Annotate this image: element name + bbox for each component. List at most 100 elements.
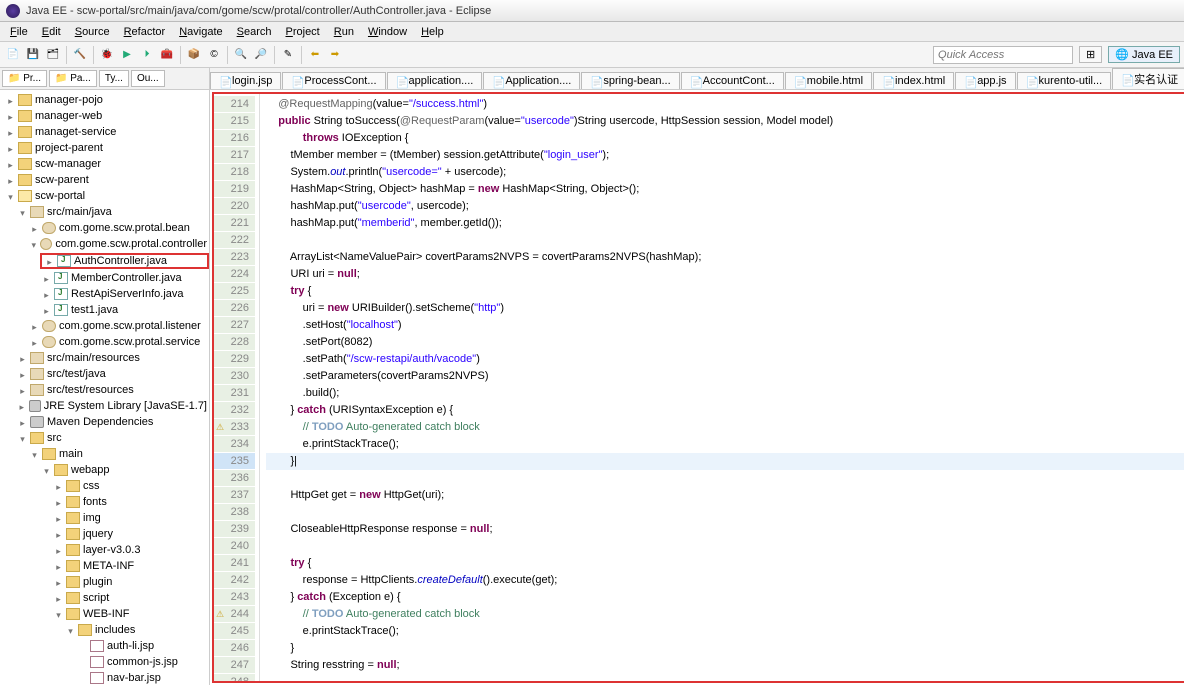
code-line[interactable]: .build(); [266,385,1184,402]
quick-access-input[interactable] [933,46,1073,64]
save-all-button[interactable]: 🗂 [44,46,62,64]
code-line[interactable]: // TODO Auto-generated catch block [266,419,1184,436]
tree-item[interactable]: ▸JRE System Library [JavaSE-1.7] [16,399,209,413]
editor-tab[interactable]: 📄AccountCont... [681,72,784,89]
disclosure-icon[interactable]: ▸ [6,176,15,185]
editor-tab[interactable]: 📄login.jsp [210,72,281,89]
code-line[interactable]: // TODO Auto-generated catch block [266,606,1184,623]
disclosure-icon[interactable]: ▸ [6,128,15,137]
disclosure-icon[interactable]: ▸ [18,402,26,411]
menu-file[interactable]: File [4,24,34,40]
disclosure-icon[interactable]: ▾ [6,192,15,201]
code-line[interactable]: HashMap<String, Object> hashMap = new Ha… [266,181,1184,198]
tree-item[interactable]: ▸com.gome.scw.protal.service [28,335,209,349]
tree-item[interactable]: ▸jquery [52,527,209,541]
new-package-button[interactable]: 📦 [185,46,203,64]
disclosure-icon[interactable]: ▸ [42,306,51,315]
code-line[interactable]: try { [266,555,1184,572]
code-line[interactable]: URI uri = null; [266,266,1184,283]
tree-item[interactable]: ▸project-parent [4,141,209,155]
code-line[interactable]: HttpGet get = new HttpGet(uri); [266,487,1184,504]
tree-item[interactable]: ▸fonts [52,495,209,509]
menu-run[interactable]: Run [328,24,360,40]
code-line[interactable]: CloseableHttpResponse response = null; [266,521,1184,538]
tree-item[interactable]: ▾includes [64,623,209,637]
menu-source[interactable]: Source [69,24,116,40]
search-button[interactable]: 🔎 [252,46,270,64]
tree-item[interactable]: ▸plugin [52,575,209,589]
editor-tab[interactable]: 📄mobile.html [785,72,872,89]
forward-button[interactable]: ➡ [326,46,344,64]
open-type-button[interactable]: 🔍 [232,46,250,64]
disclosure-icon[interactable]: ▸ [6,144,15,153]
tree-item[interactable]: ▾main [28,447,209,461]
back-button[interactable]: ⬅ [306,46,324,64]
editor-tab[interactable]: 📄实名认证 [1112,68,1184,89]
code-line[interactable]: response = HttpClients.createDefault().e… [266,572,1184,589]
menu-refactor[interactable]: Refactor [118,24,172,40]
code-line[interactable] [266,674,1184,681]
open-perspective-button[interactable]: ⊞ [1079,46,1102,63]
disclosure-icon[interactable] [78,674,87,683]
run-button[interactable]: ▶ [118,46,136,64]
tree-item[interactable]: ▸src/test/java [16,367,209,381]
disclosure-icon[interactable]: ▸ [45,257,54,266]
code-line[interactable]: } catch (Exception e) { [266,589,1184,606]
code-line[interactable] [266,232,1184,249]
disclosure-icon[interactable]: ▸ [54,594,63,603]
menu-navigate[interactable]: Navigate [173,24,228,40]
code-line[interactable] [266,470,1184,487]
external-tools-button[interactable]: 🧰 [158,46,176,64]
code-line[interactable]: String resstring = null; [266,657,1184,674]
disclosure-icon[interactable]: ▸ [6,160,15,169]
code-line[interactable]: ArrayList<NameValuePair> covertParams2NV… [266,249,1184,266]
tree-item[interactable]: ▾src [16,431,209,445]
disclosure-icon[interactable]: ▸ [54,578,63,587]
tree-item[interactable]: ▸AuthController.java [40,253,209,269]
new-class-button[interactable]: © [205,46,223,64]
tree-item[interactable]: ▸Maven Dependencies [16,415,209,429]
tree-item[interactable]: ▾com.gome.scw.protal.controller [28,237,209,251]
disclosure-icon[interactable]: ▸ [54,498,63,507]
tree-item[interactable]: ▸manager-pojo [4,93,209,107]
disclosure-icon[interactable]: ▸ [54,562,63,571]
code-line[interactable]: public String toSuccess(@RequestParam(va… [266,113,1184,130]
tree-item[interactable]: ▾scw-portal [4,189,209,203]
code-line[interactable]: hashMap.put("memberid", member.getId()); [266,215,1184,232]
disclosure-icon[interactable]: ▾ [54,610,63,619]
code-content[interactable]: @RequestMapping(value="/success.html") p… [260,94,1184,681]
disclosure-icon[interactable]: ▸ [42,274,51,283]
disclosure-icon[interactable]: ▸ [54,546,63,555]
disclosure-icon[interactable]: ▾ [30,450,39,459]
code-line[interactable] [266,504,1184,521]
disclosure-icon[interactable]: ▸ [54,514,63,523]
tree-item[interactable]: ▸MemberController.java [40,271,209,285]
menu-search[interactable]: Search [231,24,278,40]
tree-item[interactable]: ▸script [52,591,209,605]
tree-item[interactable]: ▸css [52,479,209,493]
code-line[interactable]: @RequestMapping(value="/success.html") [266,96,1184,113]
editor-tab[interactable]: 📄ProcessCont... [282,72,385,89]
code-line[interactable]: hashMap.put("usercode", usercode); [266,198,1184,215]
disclosure-icon[interactable]: ▸ [30,338,39,347]
disclosure-icon[interactable]: ▸ [18,370,27,379]
code-line[interactable]: } catch (URISyntaxException e) { [266,402,1184,419]
tree-item[interactable]: ▸scw-manager [4,157,209,171]
editor-tab[interactable]: 📄application.... [387,72,483,89]
disclosure-icon[interactable] [78,658,87,667]
disclosure-icon[interactable]: ▾ [30,240,37,249]
disclosure-icon[interactable]: ▸ [18,386,27,395]
code-line[interactable]: throws IOException { [266,130,1184,147]
toggle-mark-button[interactable]: ✎ [279,46,297,64]
disclosure-icon[interactable]: ▾ [18,208,27,217]
code-line[interactable]: .setParameters(covertParams2NVPS) [266,368,1184,385]
code-editor[interactable]: 2142152162172182192202212222232242252262… [212,92,1184,683]
disclosure-icon[interactable]: ▸ [42,290,51,299]
new-button[interactable]: 📄 [4,46,22,64]
code-line[interactable]: .setHost("localhost") [266,317,1184,334]
code-line[interactable]: .setPort(8082) [266,334,1184,351]
disclosure-icon[interactable]: ▸ [30,322,39,331]
disclosure-icon[interactable]: ▸ [54,530,63,539]
tree-item[interactable]: ▸managet-service [4,125,209,139]
perspective-java-ee[interactable]: 🌐 Java EE [1108,46,1180,63]
